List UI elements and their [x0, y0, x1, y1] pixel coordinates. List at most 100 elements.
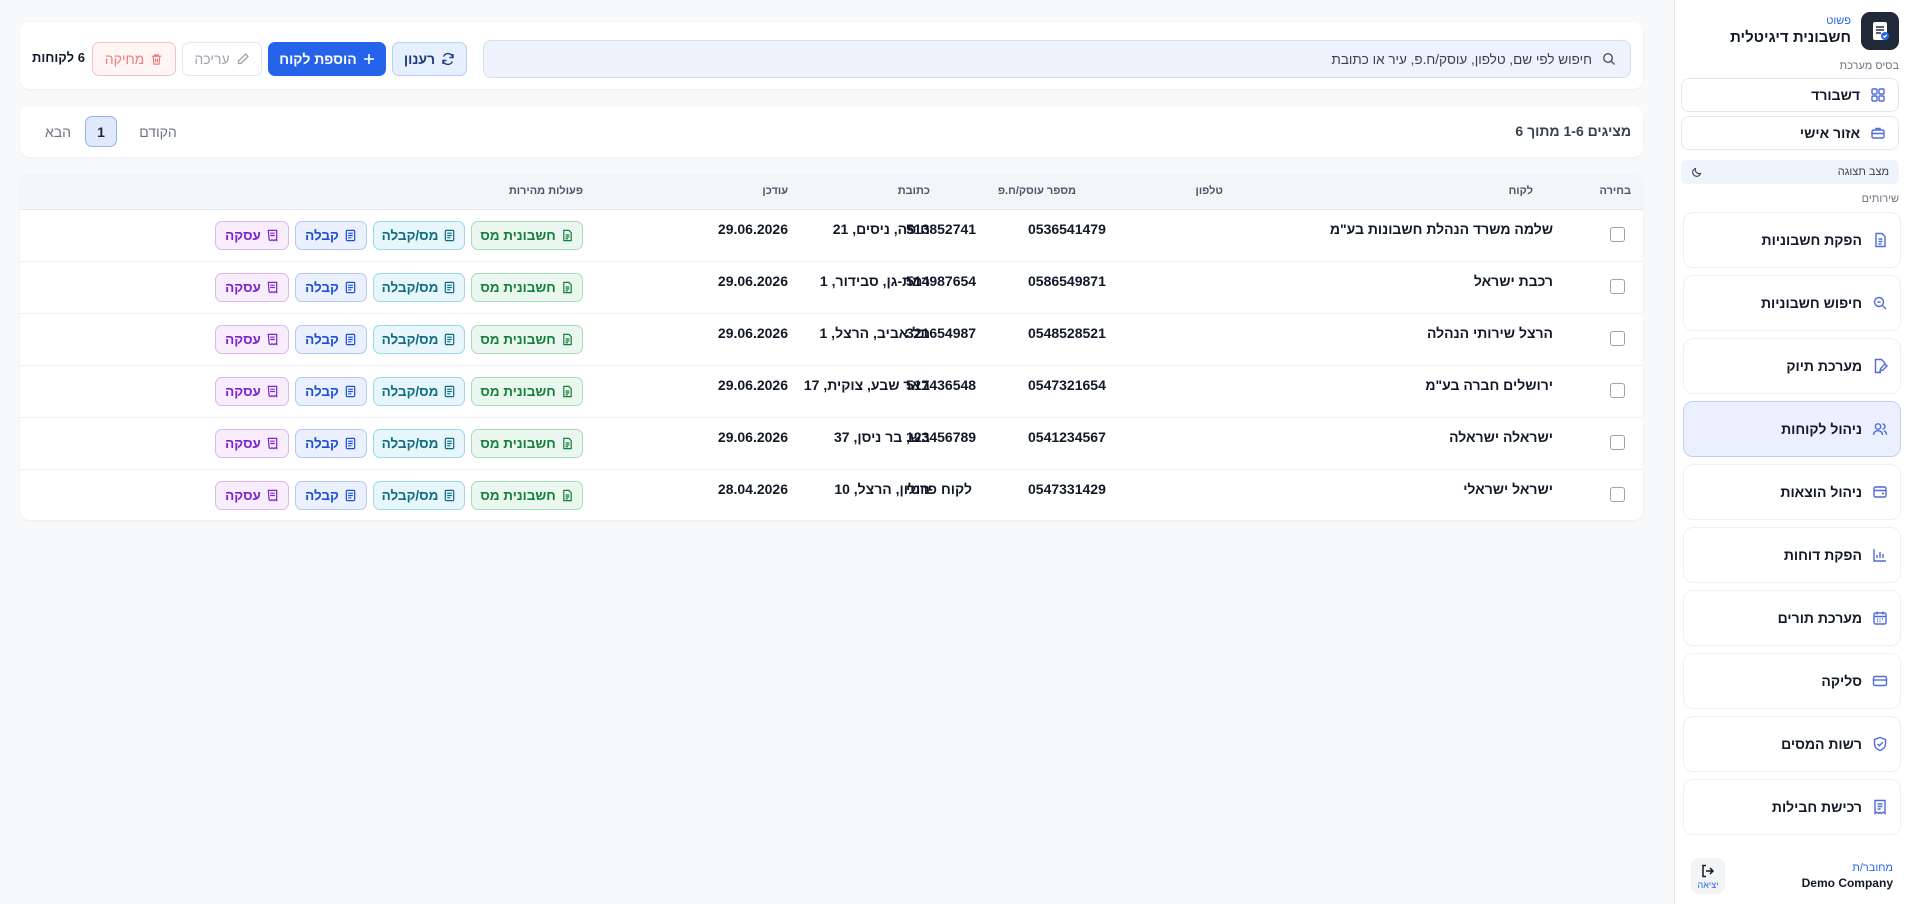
row-checkbox[interactable]	[1610, 487, 1625, 502]
header-phone: טלפון	[1195, 185, 1223, 197]
sidebar-item-appointments[interactable]: מערכת תורים	[1683, 590, 1901, 646]
search-doc-icon	[1872, 295, 1888, 311]
search-input[interactable]: חיפוש לפי שם, טלפון, עוסק/ח.פ, עיר או כת…	[483, 40, 1631, 78]
delete-button[interactable]: מחיקה	[92, 42, 176, 76]
sidebar-item-label: הפקת חשבוניות	[1761, 232, 1862, 248]
cell-customer: הרצל שירותי הנהלה	[1426, 325, 1553, 341]
receipt-button[interactable]: קבלה	[295, 273, 367, 302]
document-icon	[443, 489, 456, 502]
sidebar-item-label: הפקת דוחות	[1783, 547, 1862, 563]
sidebar-item-invoice-search[interactable]: חיפוש חשבוניות	[1683, 275, 1901, 331]
receipt-button[interactable]: קבלה	[295, 481, 367, 510]
sidebar-item-expenses[interactable]: ניהול הוצאות	[1683, 464, 1901, 520]
sidebar-item-personal-area[interactable]: אזור אישי	[1681, 116, 1899, 150]
sidebar-item-clearing[interactable]: סליקה	[1683, 653, 1901, 709]
tax-receipt-button[interactable]: מס/קבלה	[373, 481, 465, 510]
row-checkbox[interactable]	[1610, 279, 1625, 294]
user-name: Demo Company	[1801, 876, 1893, 890]
deal-icon	[266, 281, 279, 294]
search-placeholder: חיפוש לפי שם, טלפון, עוסק/ח.פ, עיר או כת…	[1331, 51, 1592, 67]
document-icon	[443, 229, 456, 242]
tax-invoice-button[interactable]: חשבונית מס	[471, 481, 583, 510]
current-page-button[interactable]: 1	[85, 116, 117, 147]
deal-button[interactable]: עסקה	[215, 221, 289, 250]
receipt-label: קבלה	[305, 280, 339, 295]
receipt-icon	[1872, 799, 1888, 815]
next-page-button[interactable]: הבא	[38, 116, 78, 147]
cell-updated: 28.04.2026	[717, 481, 788, 497]
services-section-label: שירותים	[1861, 193, 1899, 205]
header-vat: מספר עוסק/ח.פ	[997, 185, 1076, 197]
row-checkbox[interactable]	[1610, 227, 1625, 242]
sidebar-item-reports[interactable]: הפקת דוחות	[1683, 527, 1901, 583]
row-checkbox[interactable]	[1610, 383, 1625, 398]
receipt-icon	[344, 385, 357, 398]
row-checkbox[interactable]	[1610, 331, 1625, 346]
header-actions: פעולות מהירות	[508, 185, 583, 197]
deal-button[interactable]: עסקה	[215, 429, 289, 458]
tax-receipt-button[interactable]: מס/קבלה	[373, 325, 465, 354]
deal-button[interactable]: עסקה	[215, 325, 289, 354]
receipt-button[interactable]: קבלה	[295, 377, 367, 406]
deal-button[interactable]: עסקה	[215, 377, 289, 406]
user-role: מחובר/ת	[1852, 862, 1893, 874]
table-row[interactable]: ירושלים חברה בע"מ 0547321654 517436548 באר …	[20, 366, 1643, 418]
tax-invoice-button[interactable]: חשבונית מס	[471, 273, 583, 302]
cell-address: בש, בר ניסן, 37	[834, 429, 930, 445]
cell-updated: 29.06.2026	[717, 221, 788, 237]
receipt-label: קבלה	[305, 436, 339, 451]
deal-label: עסקה	[225, 384, 261, 399]
cell-phone: 0548528521	[1028, 325, 1106, 341]
tax-invoice-button[interactable]: חשבונית מס	[471, 221, 583, 250]
refresh-button[interactable]: רענון	[392, 42, 467, 76]
sidebar-item-filing[interactable]: מערכת תיוק	[1683, 338, 1901, 394]
deal-button[interactable]: עסקה	[215, 273, 289, 302]
receipt-button[interactable]: קבלה	[295, 325, 367, 354]
tax-receipt-button[interactable]: מס/קבלה	[373, 221, 465, 250]
tax-receipt-button[interactable]: מס/קבלה	[373, 429, 465, 458]
table-row[interactable]: הרצל שירותי הנהלה 0548528521 321654987 תל א…	[20, 314, 1643, 366]
table-header: בחירה לקוח טלפון מספר עוסק/ח.פ כתובת עוד…	[20, 174, 1643, 210]
document-icon	[443, 437, 456, 450]
brand[interactable]: פשוט חשבונית דיגיטלית	[1684, 10, 1899, 52]
cell-address: תל אביב, הרצל, 1	[819, 325, 931, 341]
receipt-button[interactable]: קבלה	[295, 221, 367, 250]
receipt-button[interactable]: קבלה	[295, 429, 367, 458]
tax-receipt-button[interactable]: מס/קבלה	[373, 273, 465, 302]
cell-customer: ישראלה ישראלה	[1449, 429, 1553, 445]
cell-phone: 0586549871	[1028, 273, 1106, 289]
tax-receipt-label: מס/קבלה	[381, 332, 439, 347]
sidebar-item-packages[interactable]: רכישת חבילות	[1683, 779, 1901, 835]
edit-button[interactable]: עריכה	[182, 42, 262, 76]
sidebar-item-invoice-issue[interactable]: הפקת חשבוניות	[1683, 212, 1901, 268]
deal-button[interactable]: עסקה	[215, 481, 289, 510]
tax-invoice-button[interactable]: חשבונית מס	[471, 377, 583, 406]
sidebar-item-tax-authority[interactable]: רשות המסים	[1683, 716, 1901, 772]
sidebar-item-label: ניהול לקוחות	[1781, 421, 1862, 437]
row-checkbox[interactable]	[1610, 435, 1625, 450]
tax-invoice-label: חשבונית מס	[480, 228, 556, 243]
tax-receipt-button[interactable]: מס/קבלה	[373, 377, 465, 406]
tax-invoice-button[interactable]: חשבונית מס	[471, 429, 583, 458]
logout-button[interactable]: יציאה	[1691, 858, 1725, 894]
table-row[interactable]: ישראלה ישראלה 0541234567 123456789 בש, בר נ…	[20, 418, 1643, 470]
tax-invoice-label: חשבונית מס	[480, 332, 556, 347]
cell-address: חיפה, ניסים, 21	[832, 221, 930, 237]
tax-receipt-label: מס/קבלה	[381, 228, 439, 243]
table-row[interactable]: רכבת ישראל 0586549871 514987654 רמת-גן, סבי…	[20, 262, 1643, 314]
theme-toggle[interactable]: מצב תצוגה	[1681, 160, 1899, 184]
receipt-label: קבלה	[305, 488, 339, 503]
tax-invoice-button[interactable]: חשבונית מס	[471, 325, 583, 354]
add-customer-button[interactable]: הוספת לקוח	[268, 42, 386, 76]
table-row[interactable]: שלמה משרד הנהלת חשבונות בע"מ 0536541479 51…	[20, 210, 1643, 262]
logout-label: יציאה	[1697, 879, 1719, 890]
system-section-label: בסיס מערכת	[1839, 60, 1899, 72]
tax-receipt-label: מס/קבלה	[381, 280, 439, 295]
sidebar-item-dashboard[interactable]: דשבורד	[1681, 78, 1899, 112]
table-row[interactable]: ישראל ישראלי 0547331429 לקוח פרטי חולון, הר…	[20, 470, 1643, 520]
prev-page-button[interactable]: הקודם	[128, 116, 188, 147]
document-icon	[561, 333, 574, 346]
sidebar-item-customers[interactable]: ניהול לקוחות	[1683, 401, 1901, 457]
calendar-icon	[1872, 610, 1888, 626]
theme-label: מצב תצוגה	[1837, 166, 1889, 178]
